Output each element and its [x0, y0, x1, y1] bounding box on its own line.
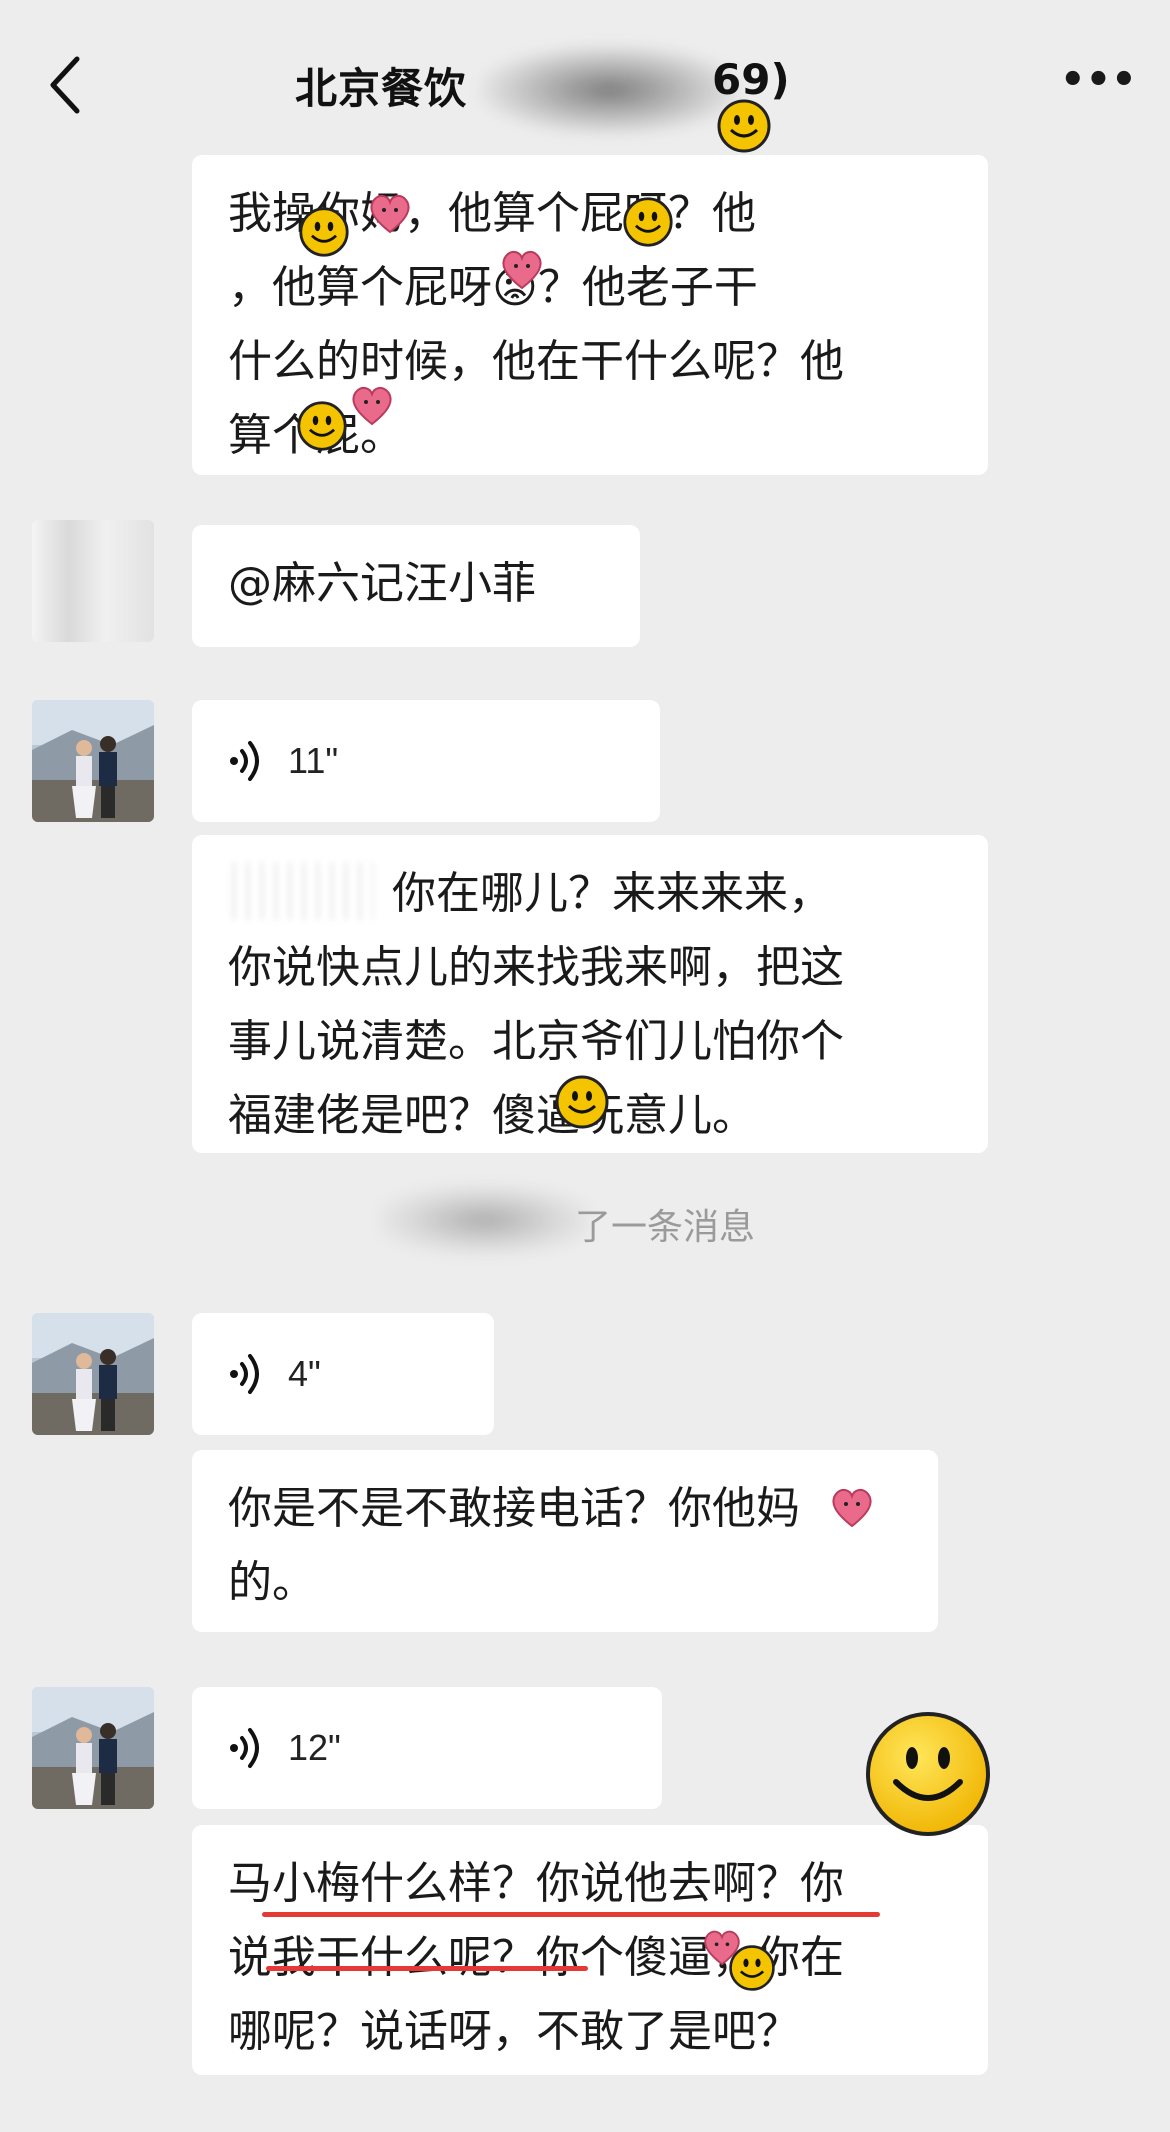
- voice-message[interactable]: 11": [192, 700, 660, 822]
- message-line: 你是不是不敢接电话？你他妈: [228, 1483, 800, 1534]
- chat-header: 北京餐饮 69) •••: [0, 0, 1170, 150]
- couple-photo-avatar: [32, 700, 154, 822]
- chat-member-count: 69): [712, 55, 790, 104]
- smiley-sticker-icon: [297, 401, 347, 451]
- message-bubble[interactable]: @麻六记汪小菲: [192, 525, 640, 647]
- heart-sticker-icon: [832, 1488, 872, 1528]
- message-line: 说我干什么呢？你个傻逼，你在: [228, 1932, 844, 1983]
- smiley-sticker-icon: [623, 197, 673, 247]
- chat-title: 北京餐饮: [295, 64, 468, 113]
- voice-message[interactable]: 12": [192, 1687, 662, 1809]
- red-underline: [266, 1966, 588, 1971]
- avatar[interactable]: [32, 1313, 154, 1435]
- voice-duration: 11": [288, 740, 339, 781]
- avatar[interactable]: [32, 700, 154, 822]
- heart-sticker-icon: [370, 194, 410, 234]
- voice-duration: 4": [288, 1353, 321, 1394]
- avatar[interactable]: [32, 520, 154, 642]
- heart-sticker-icon: [502, 250, 542, 290]
- heart-sticker-icon: [704, 1930, 740, 1966]
- message-line: 事儿说清楚。北京爷们儿怕你个: [228, 1016, 844, 1067]
- smiley-sticker-icon: [717, 99, 771, 153]
- message-line: 哪呢？说话呀，不敢了是吧？: [228, 2006, 800, 2057]
- redaction-blur: [480, 45, 740, 135]
- message-line: 你说快点儿的来找我来啊，把这: [228, 942, 844, 993]
- more-button[interactable]: •••: [1060, 60, 1137, 105]
- back-button[interactable]: [34, 50, 94, 120]
- voice-wave-icon: [230, 1728, 259, 1768]
- message-bubble[interactable]: 你是不是不敢接电话？你他妈 的。: [192, 1450, 938, 1632]
- message-line: ，他算个屁呀😡？他老子干: [228, 262, 758, 313]
- voice-duration: 12": [288, 1727, 341, 1768]
- couple-photo-avatar: [32, 1313, 154, 1435]
- couple-photo-avatar: [32, 1687, 154, 1809]
- message-line: 的。: [228, 1557, 316, 1608]
- smiley-sticker-icon: [299, 207, 349, 257]
- message-line: 马小梅什么样？你说他去啊？你: [228, 1858, 844, 1909]
- large-smiley-sticker-icon: [866, 1712, 990, 1836]
- avatar[interactable]: [32, 1687, 154, 1809]
- redaction-mask: [224, 862, 374, 920]
- red-underline: [262, 1912, 880, 1917]
- voice-message[interactable]: 4": [192, 1313, 494, 1435]
- chevron-left-icon: [50, 56, 80, 114]
- voice-wave-icon: [230, 1354, 259, 1394]
- smiley-sticker-icon: [555, 1075, 609, 1129]
- more-icon: •••: [1060, 57, 1137, 103]
- message-bubble[interactable]: 马小梅什么样？你说他去啊？你 说我干什么呢？你个傻逼，你在 哪呢？说话呀，不敢了…: [192, 1825, 988, 2075]
- message-line: @麻六记汪小菲: [228, 558, 536, 609]
- heart-sticker-icon: [352, 386, 392, 426]
- voice-wave-icon: [230, 741, 259, 781]
- message-line: 什么的时候，他在干什么呢？他: [228, 336, 844, 387]
- system-notice: 了一条消息: [574, 1207, 755, 1248]
